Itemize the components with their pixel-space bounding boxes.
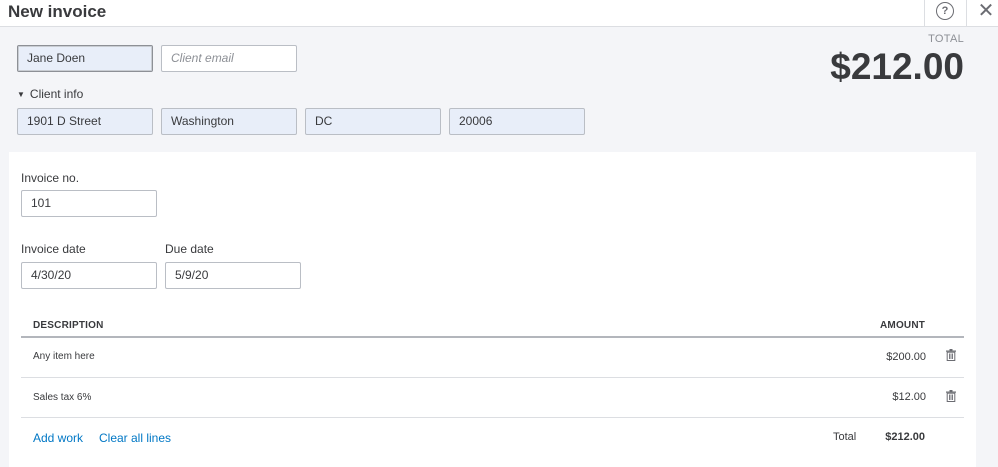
trash-icon[interactable]	[946, 390, 956, 402]
client-name-field[interactable]: Jane Doen	[17, 45, 153, 72]
row-divider	[21, 417, 964, 418]
clear-all-lines-link[interactable]: Clear all lines	[99, 431, 171, 445]
due-date-field[interactable]: 5/9/20	[165, 262, 301, 289]
description-header: DESCRIPTION	[33, 320, 104, 331]
amount-header: AMOUNT	[880, 320, 926, 331]
total-amount: $212.00	[830, 46, 964, 87]
invoice-panel: Invoice no. 101 Invoice date 4/30/20 Due…	[9, 152, 976, 467]
invoice-number-field[interactable]: 101	[21, 190, 157, 217]
caret-down-icon: ▼	[17, 90, 25, 99]
zip-field[interactable]: 20006	[449, 108, 585, 135]
trash-icon[interactable]	[946, 349, 956, 361]
invoice-date-field[interactable]: 4/30/20	[21, 262, 157, 289]
row-description: Any item here	[33, 351, 95, 362]
total-label: TOTAL	[928, 33, 964, 45]
client-info-toggle[interactable]: ▼ Client info	[17, 87, 83, 101]
help-icon[interactable]: ?	[936, 2, 954, 20]
add-work-link[interactable]: Add work	[33, 431, 83, 445]
row-divider	[21, 377, 964, 378]
header-bar: New invoice ? ✕	[0, 0, 998, 27]
header-divider	[966, 0, 967, 27]
row-description: Sales tax 6%	[33, 392, 92, 403]
close-icon[interactable]: ✕	[976, 0, 996, 22]
client-email-placeholder: Client email	[171, 51, 234, 65]
street-field[interactable]: 1901 D Street	[17, 108, 153, 135]
client-info-label: Client info	[29, 87, 84, 101]
table-header-divider	[21, 336, 964, 338]
row-amount: $12.00	[892, 391, 926, 403]
row-amount: $200.00	[886, 351, 926, 363]
table-total-value: $212.00	[885, 431, 925, 443]
client-email-field[interactable]: Client email	[161, 45, 297, 72]
invoice-date-label: Invoice date	[21, 242, 86, 256]
invoice-number-label: Invoice no.	[21, 171, 80, 185]
city-field[interactable]: Washington	[161, 108, 297, 135]
page-title: New invoice	[8, 2, 107, 21]
due-date-label: Due date	[165, 242, 214, 256]
state-field[interactable]: DC	[305, 108, 441, 135]
header-divider	[924, 0, 925, 27]
